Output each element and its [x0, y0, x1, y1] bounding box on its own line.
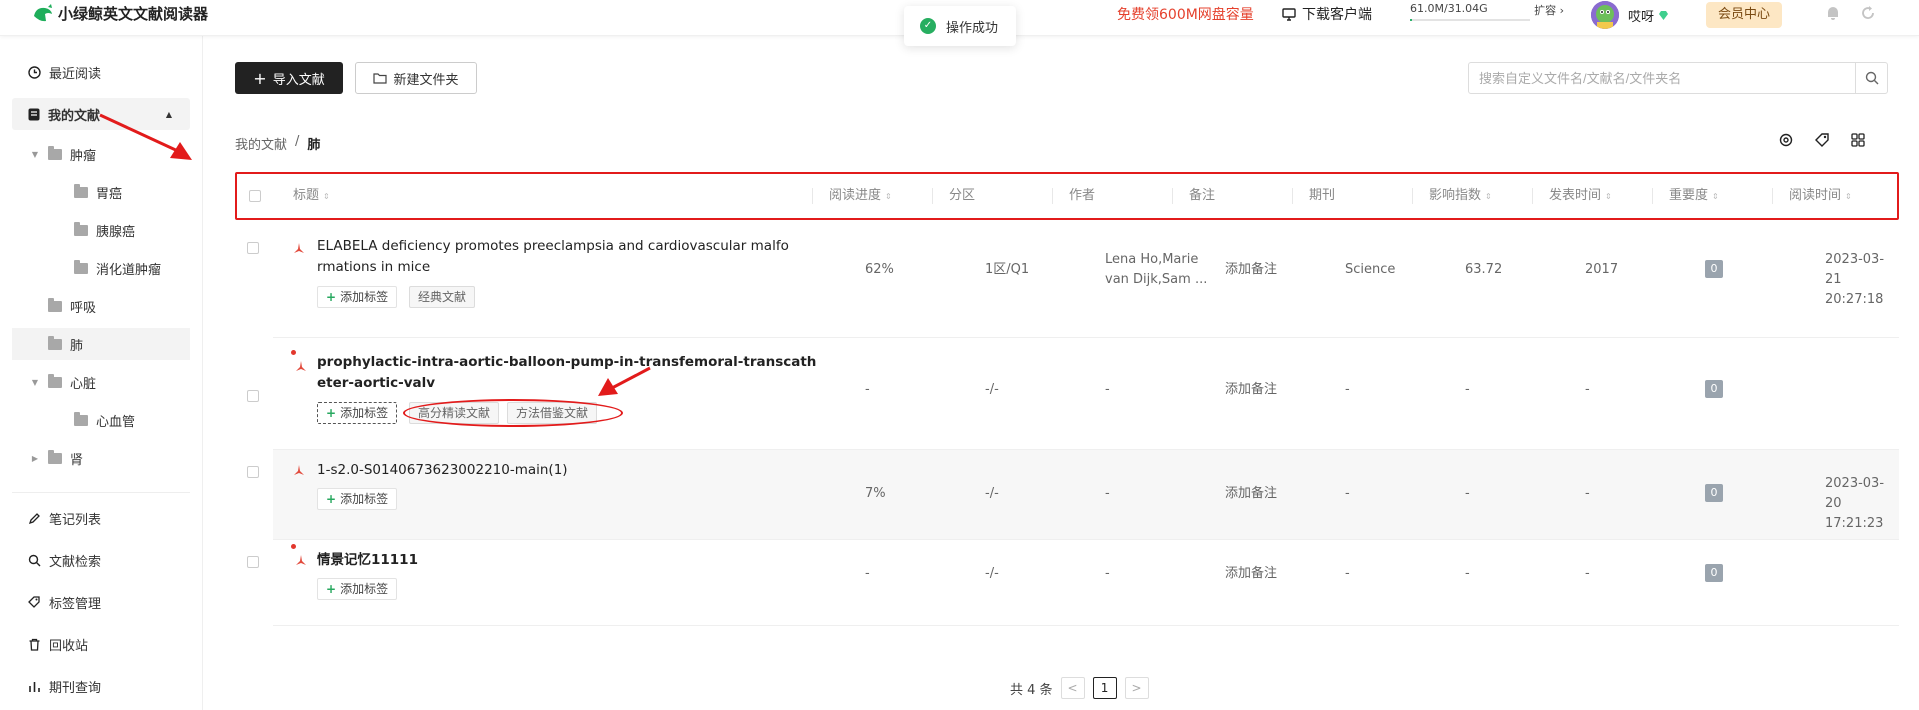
arrow-annotation-tags [598, 366, 651, 396]
total-count: 共 4 条 [1010, 682, 1053, 698]
expand-storage-link[interactable]: 扩容 › [1534, 2, 1564, 18]
toast-text: 操作成功 [946, 20, 999, 36]
page-number-button[interactable]: 1 [1092, 677, 1117, 699]
download-client-link[interactable]: 下载客户端 [1282, 4, 1372, 24]
username[interactable]: 哎呀 [1628, 6, 1669, 25]
storage-bar [1410, 19, 1530, 21]
storage-usage: 61.0M/31.04G 扩容 › [1410, 2, 1564, 21]
monitor-icon [1282, 7, 1296, 21]
diamond-icon [1659, 10, 1669, 20]
promo-link[interactable]: 免费领600M网盘容量 [1117, 4, 1254, 24]
storage-text: 61.0M/31.04G [1410, 2, 1488, 15]
expand-label: 扩容 [1534, 4, 1557, 17]
prev-page-button[interactable]: < [1060, 677, 1085, 699]
refresh-icon[interactable] [1860, 5, 1876, 21]
avatar[interactable] [1591, 1, 1619, 29]
vip-center-button[interactable]: 会员中心 [1706, 2, 1782, 28]
annotation-arrows [99, 113, 651, 396]
app-title: 小绿鲸英文文献阅读器 [58, 5, 209, 23]
whale-logo-icon [34, 3, 52, 21]
username-text: 哎呀 [1628, 10, 1655, 25]
download-label: 下载客户端 [1302, 7, 1372, 23]
next-page-button[interactable]: > [1124, 677, 1149, 699]
pagination: 共 4 条 < 1 > [1010, 677, 1149, 699]
success-toast: ✓ 操作成功 [904, 6, 1016, 46]
app-logo[interactable]: 小绿鲸英文文献阅读器 [32, 3, 208, 24]
check-circle-icon: ✓ [920, 18, 936, 34]
arrow-annotation-sidebar [99, 113, 192, 160]
chevron-right-icon: › [1559, 4, 1564, 17]
avatar-image [1591, 1, 1619, 29]
storage-bar-fill [1410, 19, 1413, 21]
bell-icon[interactable] [1825, 5, 1841, 21]
